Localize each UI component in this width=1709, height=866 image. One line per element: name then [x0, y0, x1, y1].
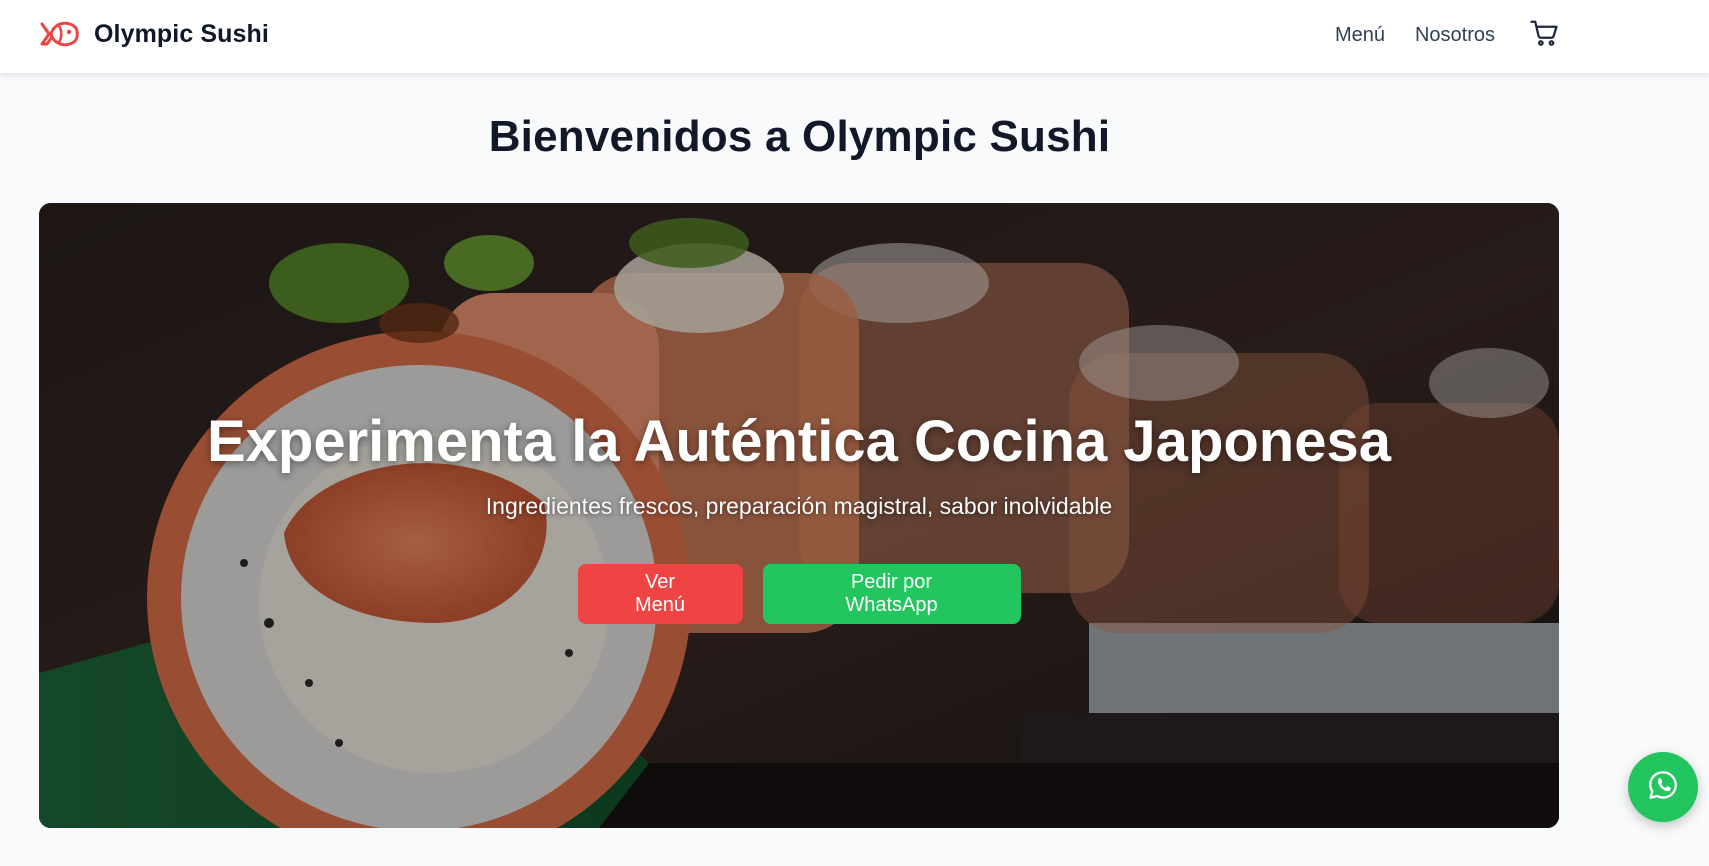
whatsapp-icon — [1646, 768, 1680, 807]
hero-content: Experimenta la Auténtica Cocina Japonesa… — [39, 203, 1559, 828]
page-title: Bienvenidos a Olympic Sushi — [488, 112, 1111, 161]
floating-whatsapp-button[interactable] — [1628, 752, 1698, 822]
view-menu-button[interactable]: Ver Menú — [577, 564, 743, 624]
brand-home-link[interactable]: Olympic Sushi — [38, 14, 269, 54]
hero-subheadline: Ingredientes frescos, preparación magist… — [485, 493, 1113, 519]
hero-banner: Experimenta la Auténtica Cocina Japonesa… — [39, 203, 1559, 828]
nav-link-menu[interactable]: Menú — [1335, 24, 1385, 47]
hero-actions: Ver Menú Pedir por WhatsApp — [39, 564, 1559, 624]
shopping-cart-icon — [1529, 18, 1559, 53]
top-navigation-bar: Olympic Sushi Menú Nosotros — [0, 0, 1709, 73]
nav-link-about[interactable]: Nosotros — [1415, 24, 1495, 47]
fish-icon — [38, 14, 80, 54]
cart-button[interactable] — [1527, 18, 1561, 52]
hero-headline: Experimenta la Auténtica Cocina Japonesa — [206, 409, 1391, 474]
brand-name: Olympic Sushi — [94, 19, 269, 48]
main-nav: Menú Nosotros — [1335, 19, 1561, 51]
order-whatsapp-button[interactable]: Pedir por WhatsApp — [762, 564, 1021, 624]
